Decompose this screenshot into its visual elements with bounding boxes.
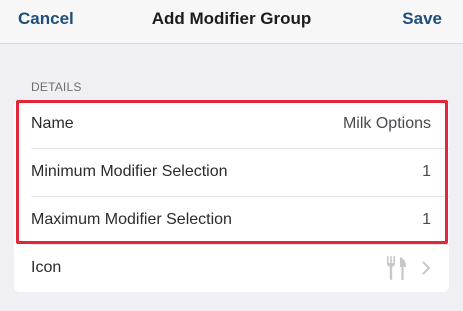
maximum-selection-row[interactable]: Maximum Modifier Selection 1 bbox=[14, 196, 449, 244]
save-button[interactable]: Save bbox=[402, 9, 442, 29]
minimum-selection-label: Minimum Modifier Selection bbox=[31, 163, 228, 180]
icon-row[interactable]: Icon bbox=[14, 244, 449, 292]
chevron-right-icon bbox=[422, 261, 430, 275]
details-section-header: DETAILS bbox=[31, 80, 82, 94]
name-row[interactable]: Name Milk Options bbox=[14, 100, 449, 148]
name-label: Name bbox=[31, 115, 74, 132]
name-value: Milk Options bbox=[342, 115, 431, 132]
maximum-selection-value: 1 bbox=[422, 211, 431, 228]
minimum-selection-row[interactable]: Minimum Modifier Selection 1 bbox=[14, 148, 449, 196]
minimum-selection-value: 1 bbox=[422, 163, 431, 180]
icon-label: Icon bbox=[31, 259, 62, 276]
navigation-bar: Cancel Add Modifier Group Save bbox=[0, 0, 463, 44]
page-title: Add Modifier Group bbox=[151, 9, 312, 28]
maximum-selection-label: Maximum Modifier Selection bbox=[31, 211, 232, 228]
fork-knife-icon bbox=[387, 256, 406, 280]
details-card: Name Milk Options Minimum Modifier Selec… bbox=[14, 100, 449, 292]
